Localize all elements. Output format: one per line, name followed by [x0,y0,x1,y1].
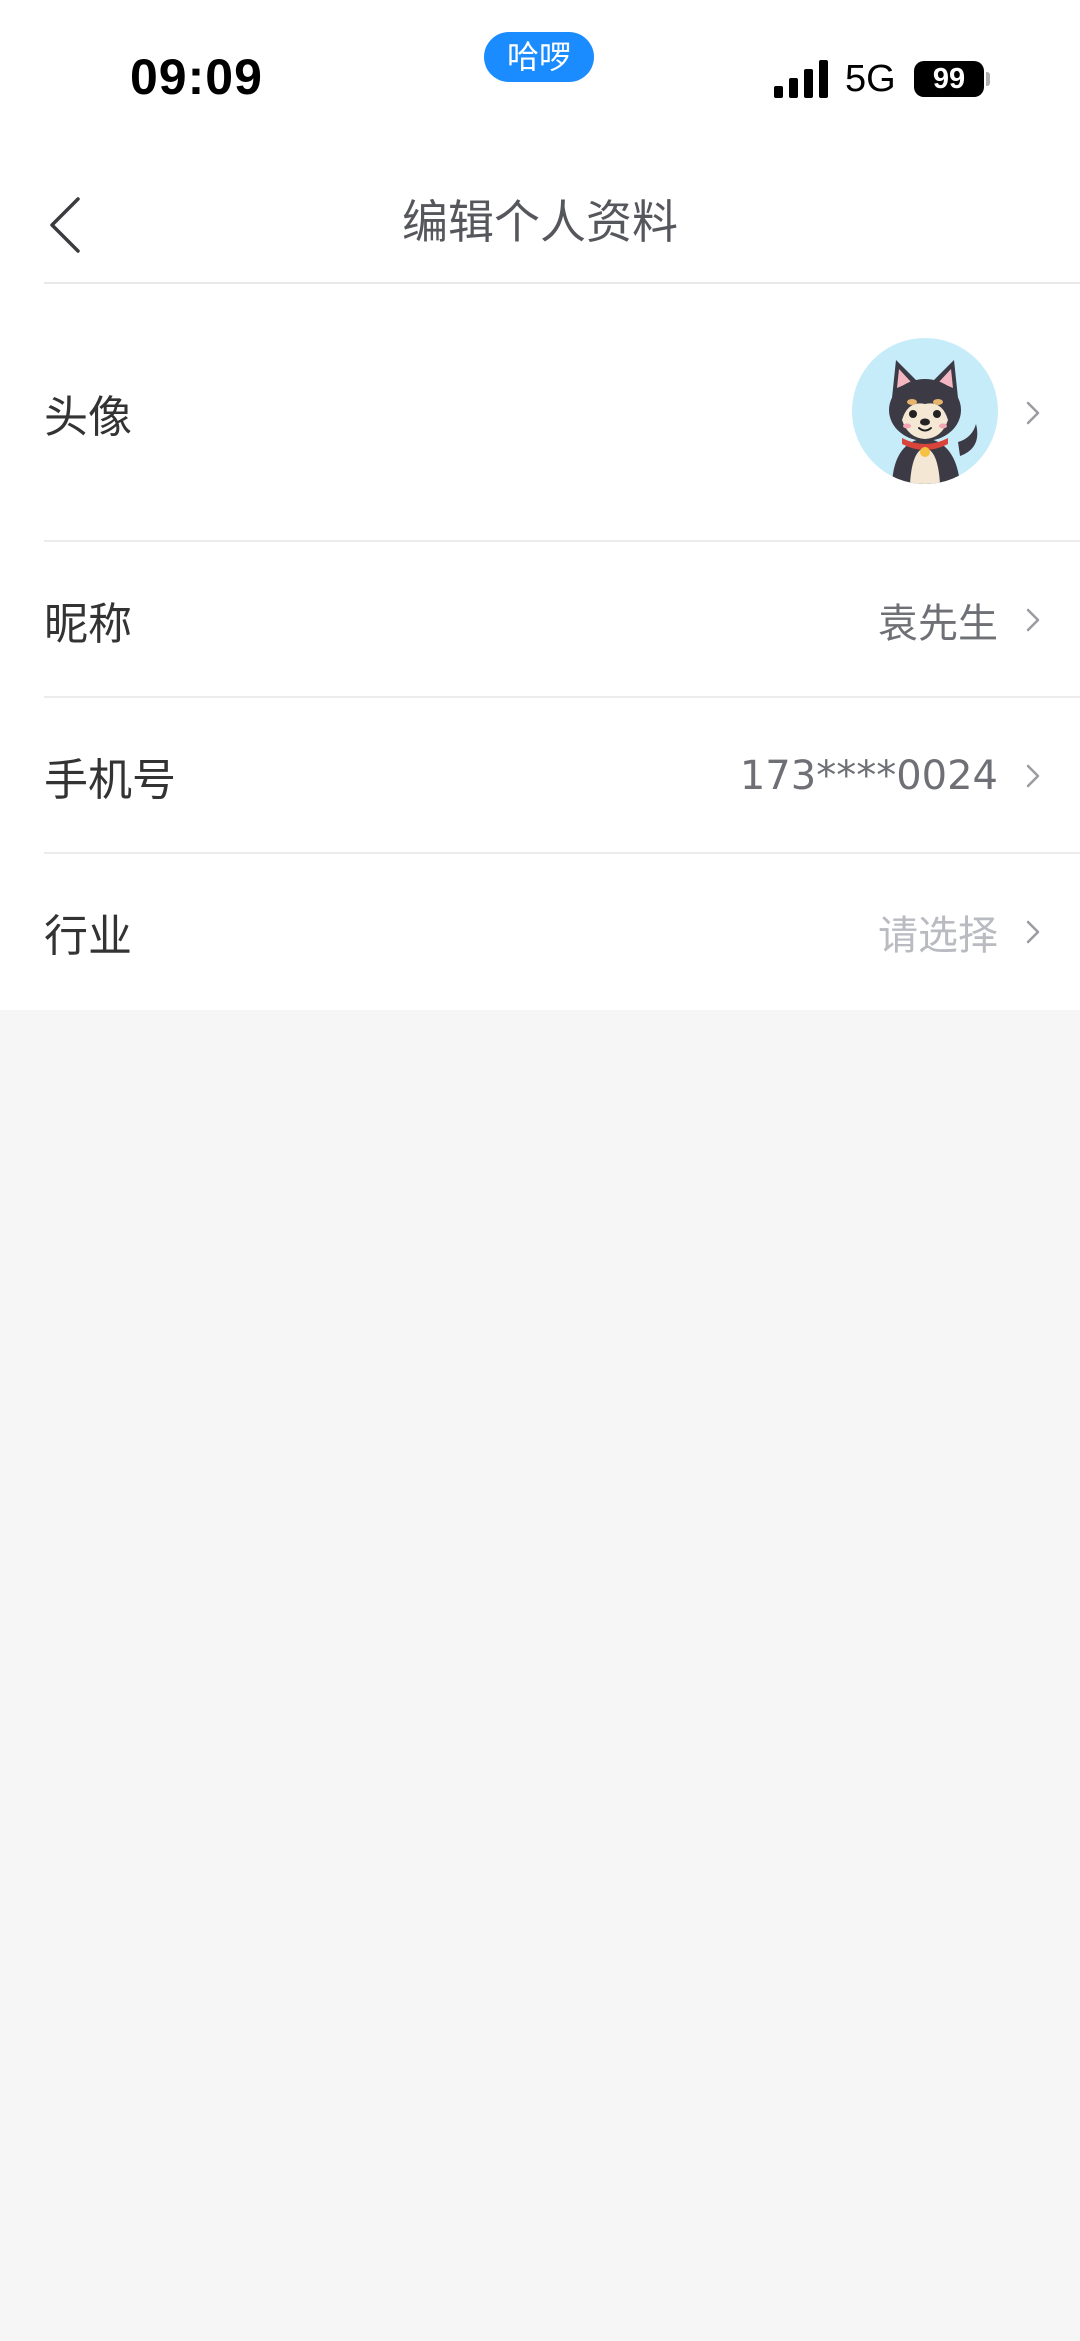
profile-settings-list: 头像 昵称 袁先生 手机号 173****0024 行业 请选择 [0,284,1080,1010]
row-avatar[interactable]: 头像 [0,284,1080,542]
row-phone-label: 手机号 [44,755,176,806]
status-time: 09:09 [130,49,263,105]
app-indicator-pill[interactable]: 哈啰 [484,32,594,82]
battery-level: 99 [932,63,966,95]
dog-avatar-icon [889,360,978,484]
row-phone[interactable]: 手机号 173****0024 [0,698,1080,854]
nav-bar: 编辑个人资料 [0,160,1080,284]
back-button[interactable] [30,182,110,262]
phone-value: 173****0024 [739,753,998,799]
row-nickname-label: 昵称 [44,599,132,650]
chevron-right-icon [1026,764,1040,788]
row-industry-label: 行业 [44,911,132,962]
status-bar: 09:09 哈啰 5G 99 [0,0,1080,160]
chevron-left-icon [50,197,80,253]
network-type: 5G [845,58,896,100]
industry-placeholder: 请选择 [878,913,998,959]
cellular-signal-icon [774,60,828,98]
chevron-right-icon [1026,608,1040,632]
row-industry[interactable]: 行业 请选择 [0,854,1080,1010]
battery-tip [986,72,990,86]
avatar[interactable] [852,338,998,484]
page-title: 编辑个人资料 [402,195,678,249]
nickname-value: 袁先生 [878,601,998,647]
row-avatar-label: 头像 [44,392,132,443]
chevron-right-icon [1026,401,1040,425]
row-nickname[interactable]: 昵称 袁先生 [0,542,1080,698]
battery-icon: 99 [914,61,984,97]
chevron-right-icon [1026,920,1040,944]
